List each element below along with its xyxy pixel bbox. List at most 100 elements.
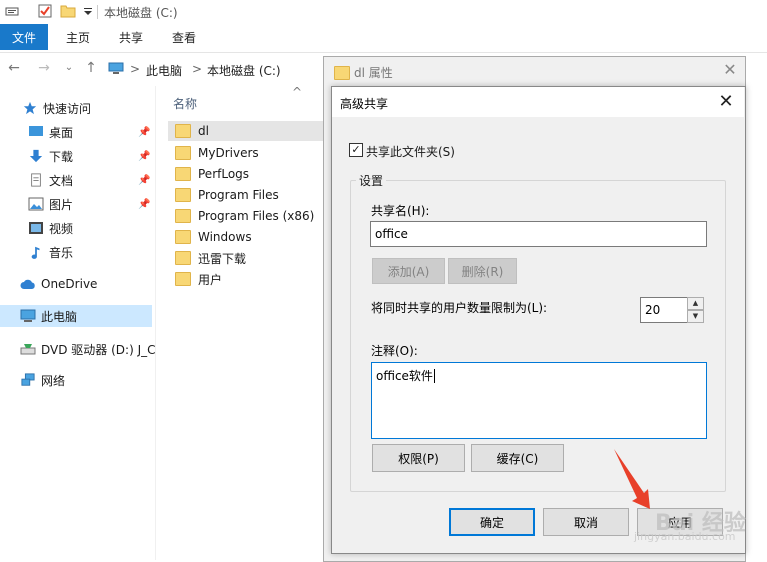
file-name: dl (198, 124, 209, 138)
file-row-program-files[interactable]: Program Files (168, 185, 328, 205)
dvd-icon (20, 344, 36, 355)
properties-close-button[interactable]: ✕ (719, 59, 741, 81)
computer-icon (20, 309, 36, 322)
annotation-arrow-icon (614, 449, 650, 509)
document-icon (31, 173, 41, 187)
breadcrumb-local-disk[interactable]: 本地磁盘 (C:) (207, 62, 281, 79)
tab-view[interactable]: 查看 (162, 24, 206, 50)
up-button[interactable]: ↑ (81, 58, 101, 78)
user-limit-label: 将同时共享的用户数量限制为(L): (371, 301, 548, 315)
tab-file[interactable]: 文件 (0, 24, 48, 50)
breadcrumb-separator: > (192, 62, 203, 76)
sidebar-item-this-pc[interactable]: 此电脑 (0, 305, 152, 327)
sidebar-item-label: 视频 (49, 221, 74, 236)
download-icon (29, 149, 43, 163)
user-limit-input[interactable]: 20 (640, 297, 688, 323)
sidebar-item-quick-access[interactable]: 快速访问 (0, 97, 152, 119)
ok-button[interactable]: 确定 (449, 508, 535, 536)
file-name: 迅雷下载 (198, 251, 247, 266)
share-folder-label[interactable]: 共享此文件夹(S) (366, 143, 455, 160)
sidebar-item-downloads[interactable]: 下载 📌 (0, 145, 152, 167)
folder-icon (334, 66, 350, 80)
sort-caret-icon[interactable]: ^ (292, 85, 302, 99)
folder-icon (175, 251, 191, 265)
folder-icon (175, 188, 191, 202)
sidebar-item-network[interactable]: 网络 (0, 369, 152, 391)
tab-home[interactable]: 主页 (56, 24, 100, 50)
pin-icon: 📌 (138, 174, 151, 186)
file-row-dl[interactable]: dl (168, 121, 328, 141)
window-title: 本地磁盘 (C:) (104, 6, 178, 20)
sidebar-item-documents[interactable]: 文档 📌 (0, 169, 152, 191)
file-name: MyDrivers (198, 146, 259, 160)
music-icon (31, 246, 40, 259)
picture-icon (28, 197, 44, 211)
spinner-down-icon[interactable]: ▼ (687, 310, 704, 323)
sidebar-item-onedrive[interactable]: OneDrive (0, 273, 152, 295)
pin-icon: 📌 (138, 198, 151, 210)
sidebar-item-label: 文档 (49, 173, 74, 188)
cloud-icon (20, 279, 35, 289)
network-icon (21, 373, 35, 386)
sidebar-item-label: 桌面 (49, 125, 74, 140)
comment-label: 注释(O): (371, 344, 418, 358)
sidebar-item-label: 下载 (49, 149, 74, 164)
text-cursor: ​ (433, 369, 435, 383)
desktop-icon (29, 126, 43, 136)
file-name: PerfLogs (198, 167, 250, 181)
folder-icon (175, 230, 191, 244)
close-icon[interactable]: ✕ (714, 90, 738, 114)
video-icon (29, 222, 43, 234)
watermark-url: jingyan.baidu.com (634, 530, 736, 543)
share-name-label: 共享名(H): (371, 204, 430, 218)
sidebar-item-label: 网络 (41, 373, 66, 388)
pin-icon: 📌 (138, 126, 151, 138)
permissions-button[interactable]: 权限(P) (372, 444, 465, 472)
file-row-mydrivers[interactable]: MyDrivers (168, 143, 328, 163)
folder-icon (175, 124, 191, 138)
pin-icon: 📌 (138, 150, 151, 162)
breadcrumb-separator: > (130, 62, 141, 76)
settings-group-title: 设置 (356, 172, 387, 189)
file-name: Windows (198, 230, 252, 244)
sidebar-item-dvd-drive[interactable]: DVD 驱动器 (D:) J_C (0, 338, 155, 360)
comment-textarea[interactable]: office软件​ (371, 362, 707, 439)
file-name: 用户 (198, 272, 223, 287)
recent-dropdown-icon[interactable]: ⌄ (59, 58, 79, 78)
sidebar-item-label: DVD 驱动器 (D:) J_C (41, 342, 155, 357)
sidebar-item-music[interactable]: 音乐 (0, 241, 152, 263)
sidebar-item-pictures[interactable]: 图片 📌 (0, 193, 152, 215)
share-folder-checkbox[interactable]: ✓ (349, 143, 363, 157)
folder-icon (175, 272, 191, 286)
file-row-xunlei[interactable]: 迅雷下载 (168, 248, 328, 268)
add-button[interactable]: 添加(A) (372, 258, 445, 284)
file-row-windows[interactable]: Windows (168, 227, 328, 247)
back-button[interactable]: ← (4, 58, 24, 78)
file-row-perflogs[interactable]: PerfLogs (168, 164, 328, 184)
sidebar-item-label: OneDrive (41, 277, 98, 291)
dropdown-icon[interactable] (80, 3, 96, 19)
tab-share[interactable]: 共享 (109, 24, 153, 50)
checkbox-icon[interactable] (37, 3, 53, 19)
file-name: Program Files (x86) (198, 209, 315, 223)
sidebar-item-label: 此电脑 (41, 309, 78, 324)
file-row-program-files-x86[interactable]: Program Files (x86) (168, 206, 328, 226)
file-row-users[interactable]: 用户 (168, 269, 328, 289)
breadcrumb-this-pc[interactable]: 此电脑 (146, 62, 182, 79)
spinner-up-icon[interactable]: ▲ (687, 297, 704, 310)
star-icon (23, 101, 37, 115)
share-name-input[interactable]: office (370, 221, 707, 247)
forward-button[interactable]: → (34, 58, 54, 78)
folder-icon (175, 209, 191, 223)
folder-icon (175, 146, 191, 160)
properties-icon[interactable] (4, 3, 20, 19)
sidebar-item-videos[interactable]: 视频 (0, 217, 152, 239)
caching-button[interactable]: 缓存(C) (471, 444, 564, 472)
remove-button[interactable]: 删除(R) (448, 258, 517, 284)
folder-icon[interactable] (60, 3, 76, 19)
comment-text: office软件 (376, 369, 433, 383)
dialog-titlebar (332, 87, 744, 117)
column-header-name[interactable]: 名称 (173, 95, 197, 112)
sidebar-item-desktop[interactable]: 桌面 📌 (0, 121, 152, 143)
dialog-title: 高级共享 (340, 97, 389, 111)
